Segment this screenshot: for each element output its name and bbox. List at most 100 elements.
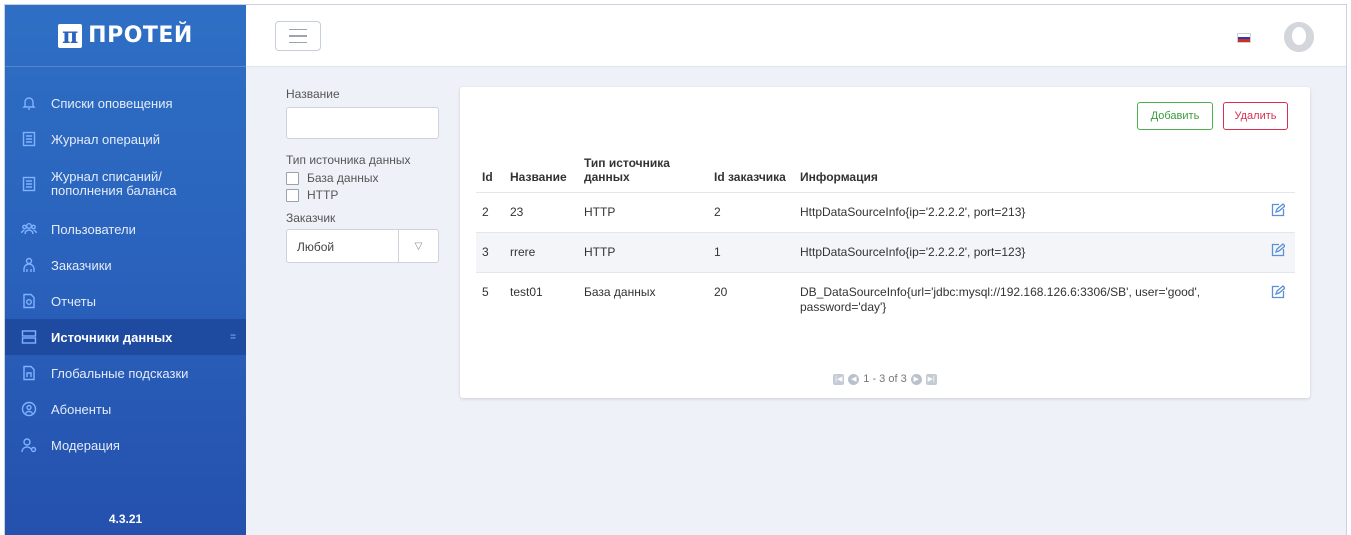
cell-type: HTTP (578, 192, 708, 233)
sidebar-item-subscribers[interactable]: Абоненты (5, 391, 246, 427)
type-option-database[interactable]: База данных (286, 171, 446, 185)
table-row[interactable]: 2 23 HTTP 2 HttpDataSourceInfo{ip='2.2.2… (476, 192, 1295, 233)
sidebar-item-data-sources[interactable]: Источники данных = (5, 319, 246, 355)
cell-type: HTTP (578, 232, 708, 273)
filters-panel: Название Тип источника данных База данны… (286, 87, 446, 263)
app-window: π ПРОТЕЙ Списки оповещения Журнал операц… (4, 4, 1347, 535)
type-filter-label: Тип источника данных (286, 153, 411, 167)
logo: π ПРОТЕЙ (5, 5, 246, 67)
customer-filter-label: Заказчик (286, 211, 336, 225)
paginator: |◀ ◀ 1 - 3 of 3 ▶ ▶| (460, 373, 1310, 385)
hamburger-icon (289, 35, 307, 37)
users-icon (21, 221, 37, 237)
subscribers-icon (21, 401, 37, 417)
data-sources-panel: Добавить Удалить Id Название Тип источни… (460, 87, 1310, 398)
customer-select[interactable]: Любой ▽ (286, 229, 439, 263)
edit-icon[interactable] (1271, 243, 1286, 257)
prev-page-icon[interactable]: ◀ (848, 373, 860, 385)
data-sources-table: Id Название Тип источника данных Id зака… (476, 144, 1295, 330)
sidebar-item-label: Отчеты (51, 293, 96, 309)
sidebar-item-label: Глобальные подсказки (51, 365, 189, 381)
avatar[interactable] (1284, 22, 1314, 52)
sidebar-item-label: Источники данных (51, 329, 173, 345)
sidebar-item-label: Модерация (51, 437, 120, 453)
name-filter-input[interactable] (286, 107, 439, 139)
language-flag-icon[interactable] (1237, 33, 1251, 43)
column-header-actions (1265, 144, 1295, 193)
next-page-icon[interactable]: ▶ (910, 373, 922, 385)
column-header-type[interactable]: Тип источника данных (578, 144, 708, 193)
http-checkbox[interactable] (286, 188, 299, 202)
sidebar-item-operations-journal[interactable]: Журнал операций (5, 121, 246, 157)
sidebar-item-label: Списки оповещения (51, 95, 173, 111)
table-row[interactable]: 3 rrere HTTP 1 HttpDataSourceInfo{ip='2.… (476, 232, 1295, 273)
type-option-http[interactable]: HTTP (286, 188, 446, 202)
column-header-id[interactable]: Id (476, 144, 504, 193)
cell-actions (1265, 272, 1295, 330)
sidebar-item-users[interactable]: Пользователи (5, 211, 246, 247)
page-info: 1 - 3 of 3 (863, 373, 907, 385)
column-header-name[interactable]: Название (504, 144, 578, 193)
menu-toggle-button[interactable] (275, 21, 321, 51)
cell-name: rrere (504, 232, 578, 273)
sidebar-item-moderation[interactable]: Модерация (5, 427, 246, 463)
sidebar-item-global-hints[interactable]: Глобальные подсказки (5, 355, 246, 391)
column-header-customer-id[interactable]: Id заказчика (708, 144, 794, 193)
logo-mark: π (58, 23, 83, 48)
sidebar-item-balance-journal[interactable]: Журнал списаний/ пополнения баланса (5, 157, 246, 211)
cell-id: 3 (476, 232, 504, 273)
balance-journal-icon (21, 176, 37, 192)
sidebar-item-label: Абоненты (51, 401, 112, 417)
cell-info: HttpDataSourceInfo{ip='2.2.2.2', port=12… (794, 232, 1265, 273)
sidebar-nav: Списки оповещения Журнал операций Журнал… (5, 67, 246, 463)
cell-type: База данных (584, 284, 656, 299)
hints-icon (21, 365, 37, 381)
table-header-row: Id Название Тип источника данных Id зака… (476, 144, 1295, 193)
logo-text: ПРОТЕЙ (88, 23, 193, 48)
first-page-icon[interactable]: |◀ (833, 373, 845, 385)
table-row[interactable]: 5 test01 База данных 20 DB_DataSourceInf… (476, 272, 1295, 330)
journal-icon (21, 131, 37, 147)
customer-select-value: Любой (297, 240, 335, 254)
cell-info: HttpDataSourceInfo{ip='2.2.2.2', port=21… (794, 192, 1265, 233)
checkbox-label: База данных (307, 171, 379, 185)
bell-icon (21, 95, 37, 111)
last-page-icon[interactable]: ▶| (925, 373, 937, 385)
database-checkbox[interactable] (286, 171, 299, 185)
cell-name: test01 (510, 284, 543, 299)
cell-actions (1265, 232, 1295, 273)
sidebar-item-label: Пользователи (51, 221, 136, 237)
add-button[interactable]: Добавить (1137, 102, 1213, 130)
hamburger-icon (289, 41, 307, 44)
cell-id: 2 (476, 192, 504, 233)
sidebar-item-notification-lists[interactable]: Списки оповещения (5, 85, 246, 121)
dropdown-arrow-icon[interactable]: ▽ (398, 230, 438, 262)
sidebar: π ПРОТЕЙ Списки оповещения Журнал операц… (5, 5, 246, 535)
edit-icon[interactable] (1271, 203, 1286, 217)
hamburger-icon (289, 28, 307, 31)
sidebar-item-customers[interactable]: Заказчики (5, 247, 246, 283)
customers-icon (21, 257, 37, 273)
user-avatar-icon (1284, 22, 1314, 52)
delete-button[interactable]: Удалить (1223, 102, 1288, 130)
cell-customer-id: 20 (714, 284, 728, 299)
sidebar-item-label: Журнал операций (51, 131, 160, 147)
cell-customer-id: 1 (708, 232, 794, 273)
sidebar-item-label: Журнал списаний/ пополнения баланса (51, 169, 177, 198)
sidebar-item-reports[interactable]: Отчеты (5, 283, 246, 319)
moderation-icon (21, 437, 37, 453)
topbar (246, 5, 1346, 67)
sidebar-item-label: Заказчики (51, 257, 112, 273)
report-icon (21, 293, 37, 309)
edit-icon[interactable] (1271, 284, 1286, 299)
cell-info: DB_DataSourceInfo{url='jdbc:mysql://192.… (800, 284, 1201, 314)
app-version: 4.3.21 (108, 512, 143, 526)
data-sources-icon (21, 329, 37, 345)
cell-customer-id: 2 (708, 192, 794, 233)
active-marker-icon: = (230, 331, 236, 343)
checkbox-label: HTTP (307, 188, 339, 202)
column-header-info[interactable]: Информация (794, 144, 1265, 193)
cell-id: 5 (482, 284, 489, 299)
cell-actions (1265, 192, 1295, 233)
name-filter-label: Название (286, 87, 340, 101)
